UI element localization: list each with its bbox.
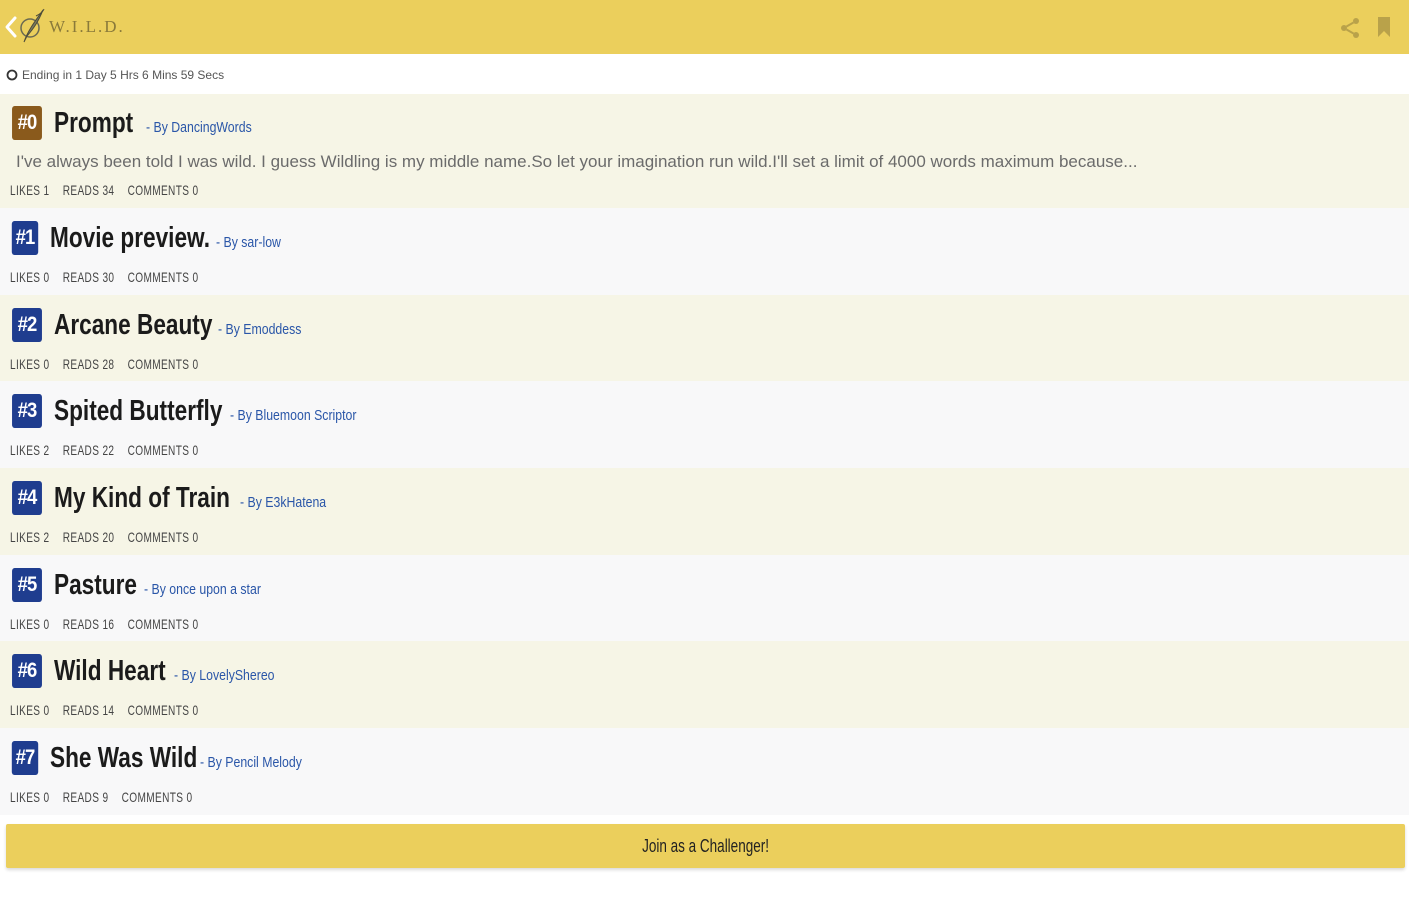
join-button-label: Join as a Challenger! xyxy=(642,835,769,856)
entry-title[interactable]: Pasture xyxy=(54,568,137,602)
entry-title[interactable]: Arcane Beauty xyxy=(54,308,212,342)
list-item[interactable]: #3 Spited Butterfly - By Bluemoon Script… xyxy=(0,381,1409,468)
entry-stats: LIKES 1 READS 34 COMMENTS 0 xyxy=(10,182,209,198)
entry-stats: LIKES 0 READS 9 COMMENTS 0 xyxy=(10,789,203,805)
likes-count: LIKES 0 xyxy=(10,702,50,718)
likes-count: LIKES 0 xyxy=(10,616,50,632)
reads-count: READS 9 xyxy=(62,789,109,805)
reads-count: READS 22 xyxy=(62,442,115,458)
entry-author[interactable]: - By DancingWords xyxy=(146,119,252,137)
entry-title[interactable]: Movie preview. xyxy=(50,221,210,255)
likes-count: LIKES 2 xyxy=(10,442,50,458)
reads-count: READS 14 xyxy=(62,702,115,718)
rank-badge: #6 xyxy=(12,654,42,688)
share-icon[interactable] xyxy=(1338,16,1362,40)
rank-badge: #7 xyxy=(11,741,39,775)
entry-stats: LIKES 0 READS 30 COMMENTS 0 xyxy=(10,269,209,285)
reads-count: READS 28 xyxy=(62,356,115,372)
entry-excerpt: I've always been told I was wild. I gues… xyxy=(16,152,1138,171)
comments-count: COMMENTS 0 xyxy=(127,356,199,372)
likes-count: LIKES 0 xyxy=(10,789,50,805)
countdown: Ending in 1 Day 5 Hrs 6 Mins 59 Secs xyxy=(6,66,224,84)
entry-author[interactable]: - By LovelyShereo xyxy=(174,667,275,685)
entry-author[interactable]: - By Bluemoon Scriptor xyxy=(230,407,356,425)
clock-icon xyxy=(6,69,18,81)
comments-count: COMMENTS 0 xyxy=(121,789,193,805)
likes-count: LIKES 1 xyxy=(10,182,50,198)
comments-count: COMMENTS 0 xyxy=(127,616,199,632)
list-item[interactable]: #7 She Was Wild - By Pencil Melody LIKES… xyxy=(0,728,1409,815)
rank-badge: #4 xyxy=(12,481,42,515)
list-item[interactable]: #1 Movie preview. - By sar-low LIKES 0 R… xyxy=(0,208,1409,295)
join-challenger-button[interactable]: Join as a Challenger! xyxy=(6,824,1405,868)
entry-author[interactable]: - By Emoddess xyxy=(218,321,301,339)
app-title[interactable]: W.I.L.D. xyxy=(49,17,125,37)
likes-count: LIKES 2 xyxy=(10,529,50,545)
entry-stats: LIKES 2 READS 20 COMMENTS 0 xyxy=(10,529,209,545)
entry-stats: LIKES 0 READS 14 COMMENTS 0 xyxy=(10,702,209,718)
entry-title[interactable]: Spited Butterfly xyxy=(54,394,222,428)
list-item[interactable]: #2 Arcane Beauty - By Emoddess LIKES 0 R… xyxy=(0,295,1409,381)
comments-count: COMMENTS 0 xyxy=(127,529,199,545)
entry-title[interactable]: She Was Wild xyxy=(50,741,197,775)
countdown-text: Ending in 1 Day 5 Hrs 6 Mins 59 Secs xyxy=(22,68,225,82)
reads-count: READS 16 xyxy=(62,616,115,632)
entry-title[interactable]: My Kind of Train xyxy=(54,481,230,515)
likes-count: LIKES 0 xyxy=(10,356,50,372)
entry-list: #0 Prompt - By DancingWords I've always … xyxy=(0,94,1409,815)
comments-count: COMMENTS 0 xyxy=(127,702,199,718)
entry-author[interactable]: - By Pencil Melody xyxy=(200,754,302,772)
reads-count: READS 34 xyxy=(62,182,115,198)
entry-author[interactable]: - By E3kHatena xyxy=(240,494,326,512)
list-item[interactable]: #6 Wild Heart - By LovelyShereo LIKES 0 … xyxy=(0,641,1409,728)
comments-count: COMMENTS 0 xyxy=(127,442,199,458)
comments-count: COMMENTS 0 xyxy=(127,269,199,285)
rank-badge: #2 xyxy=(12,308,42,342)
rank-badge: #1 xyxy=(11,221,39,255)
top-bar: W.I.L.D. xyxy=(0,0,1409,54)
reads-count: READS 20 xyxy=(62,529,115,545)
quill-logo[interactable] xyxy=(16,6,46,48)
entry-author[interactable]: - By once upon a star xyxy=(144,581,261,599)
entry-stats: LIKES 0 READS 28 COMMENTS 0 xyxy=(10,356,209,372)
list-item-prompt[interactable]: #0 Prompt - By DancingWords I've always … xyxy=(0,94,1409,208)
bookmark-icon[interactable] xyxy=(1376,15,1392,39)
entry-stats: LIKES 0 READS 16 COMMENTS 0 xyxy=(10,616,209,632)
reads-count: READS 30 xyxy=(62,269,115,285)
rank-badge: #0 xyxy=(12,106,42,140)
rank-badge: #5 xyxy=(12,568,42,602)
entry-stats: LIKES 2 READS 22 COMMENTS 0 xyxy=(10,442,209,458)
likes-count: LIKES 0 xyxy=(10,269,50,285)
entry-title[interactable]: Wild Heart xyxy=(54,654,166,688)
entry-author[interactable]: - By sar-low xyxy=(216,234,281,252)
list-item[interactable]: #4 My Kind of Train - By E3kHatena LIKES… xyxy=(0,468,1409,555)
list-item[interactable]: #5 Pasture - By once upon a star LIKES 0… xyxy=(0,555,1409,641)
rank-badge: #3 xyxy=(12,394,42,428)
comments-count: COMMENTS 0 xyxy=(127,182,199,198)
entry-title[interactable]: Prompt xyxy=(54,106,133,140)
